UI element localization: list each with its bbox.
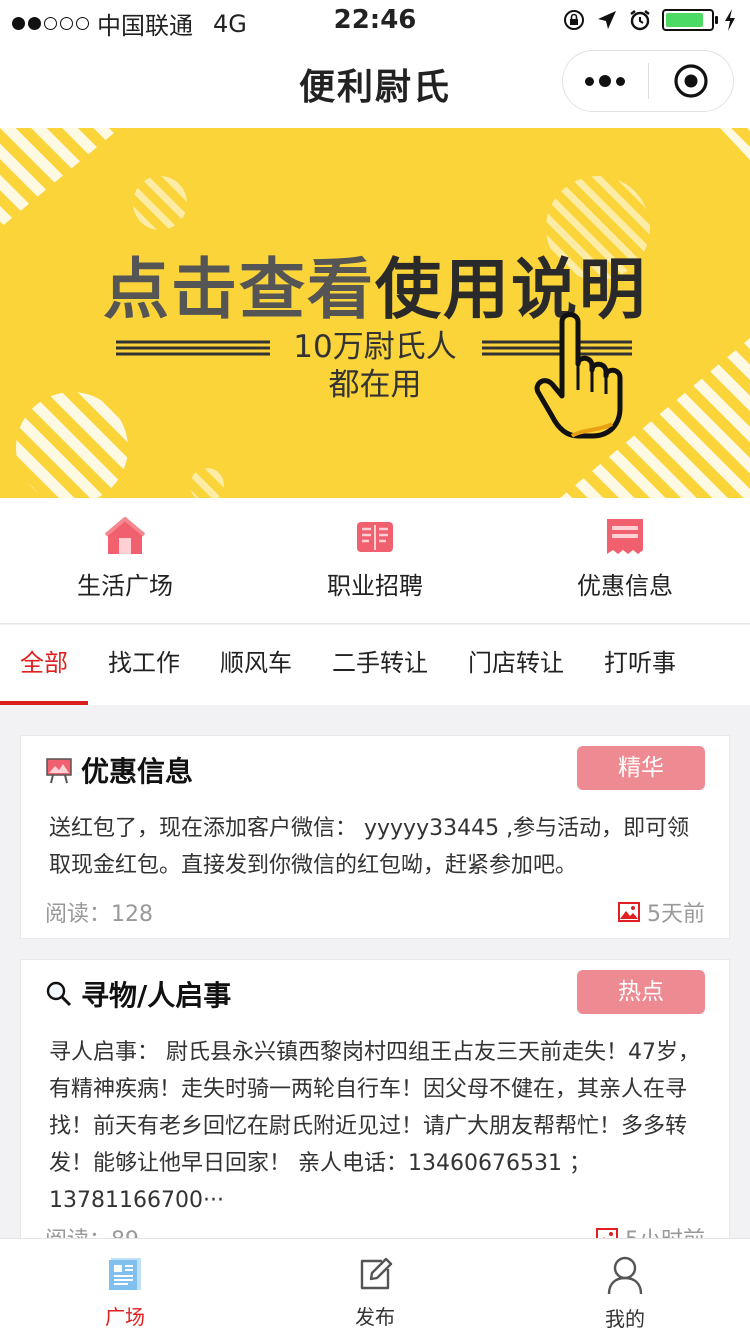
tab-carpool[interactable]: 顺风车	[200, 625, 312, 705]
category-life-square[interactable]: 生活广场	[0, 498, 250, 623]
square-news-icon	[109, 1258, 141, 1290]
location-arrow-icon	[598, 11, 616, 29]
banner-subline-2: 都在用	[328, 367, 422, 403]
image-icon	[618, 902, 640, 922]
target-close-icon	[674, 64, 708, 98]
user-icon	[607, 1256, 643, 1295]
post-time: 5天前	[617, 896, 705, 928]
tabbar-square[interactable]: 广场	[0, 1239, 250, 1334]
edit-icon	[360, 1257, 393, 1290]
bottom-tab-bar: 广场 发布 我的	[0, 1238, 750, 1334]
category-label: 职业招聘	[327, 572, 423, 600]
filter-tabs: 全部 找工作 顺风车 二手转让 门店转让 打听事	[0, 625, 750, 705]
tab-store-transfer[interactable]: 门店转让	[448, 625, 584, 705]
house-icon	[104, 517, 146, 554]
post-header: 寻物/人启事	[45, 974, 231, 1014]
banner-subline-1: 10万尉氏人	[293, 329, 457, 365]
tab-second-hand[interactable]: 二手转让	[312, 625, 448, 705]
battery-level	[666, 13, 704, 27]
banner[interactable]: 点击查看使用说明 10万尉氏人 都在用	[0, 128, 750, 498]
tabbar-label: 发布	[355, 1305, 395, 1329]
tabbar-publish[interactable]: 发布	[250, 1239, 500, 1334]
post-content: 寻人启事： 尉氏县永兴镇西黎岗村四组王占友三天前走失！47岁，有精神疾病！走失时…	[49, 1040, 700, 1213]
close-button[interactable]	[649, 50, 734, 112]
post-title: 优惠信息	[81, 755, 194, 788]
tab-inquiry[interactable]: 打听事	[584, 625, 696, 705]
status-right	[562, 8, 736, 32]
category-recruitment[interactable]: 职业招聘	[250, 498, 500, 623]
post-badge: 精华	[577, 746, 705, 790]
post-badge: 热点	[577, 970, 705, 1014]
banner-subline: 10万尉氏人 都在用	[270, 328, 480, 404]
more-dots-icon	[585, 75, 626, 87]
tabbar-label: 广场	[105, 1305, 145, 1329]
alarm-icon	[630, 10, 650, 31]
category-deals[interactable]: 优惠信息	[500, 498, 750, 623]
category-label: 生活广场	[77, 572, 173, 600]
post-card[interactable]: 寻物/人启事 热点 寻人启事： 尉氏县永兴镇西黎岗村四组王占友三天前走失！47岁…	[20, 959, 730, 1259]
battery-icon	[662, 9, 718, 31]
post-card[interactable]: 优惠信息 精华 送红包了，现在添加客户微信： yyyyy33445 ,参与活动，…	[20, 735, 730, 939]
post-time-text: 5天前	[647, 902, 705, 927]
post-header: 优惠信息	[45, 750, 193, 790]
category-label: 优惠信息	[577, 572, 673, 600]
charging-bolt-icon	[725, 9, 735, 31]
navigation-bar: 便利尉氏	[0, 40, 750, 128]
tab-all[interactable]: 全部	[0, 625, 88, 705]
post-read-count: 阅读：128	[45, 902, 153, 927]
tabbar-label: 我的	[605, 1307, 645, 1331]
banner-headline-part1: 点击查看	[103, 251, 375, 328]
hand-pointer-icon	[534, 312, 623, 439]
post-footer: 阅读：128 5天前	[45, 896, 705, 928]
book-icon	[357, 522, 393, 552]
tabbar-mine[interactable]: 我的	[500, 1239, 750, 1334]
category-bar: 生活广场 职业招聘 优惠信息	[0, 498, 750, 624]
status-bar: 中国联通 4G 22:46	[0, 0, 750, 40]
post-content: 送红包了，现在添加客户微信： yyyyy33445 ,参与活动，即可领取现金红包…	[49, 816, 690, 878]
ticket-icon	[607, 519, 643, 554]
tab-find-job[interactable]: 找工作	[88, 625, 200, 705]
more-button[interactable]	[563, 50, 648, 112]
magnifier-icon	[46, 981, 72, 1007]
billboard-icon	[46, 758, 72, 784]
rotation-lock-icon	[564, 10, 584, 30]
post-title: 寻物/人启事	[81, 979, 232, 1012]
mini-program-capsule	[562, 50, 734, 112]
